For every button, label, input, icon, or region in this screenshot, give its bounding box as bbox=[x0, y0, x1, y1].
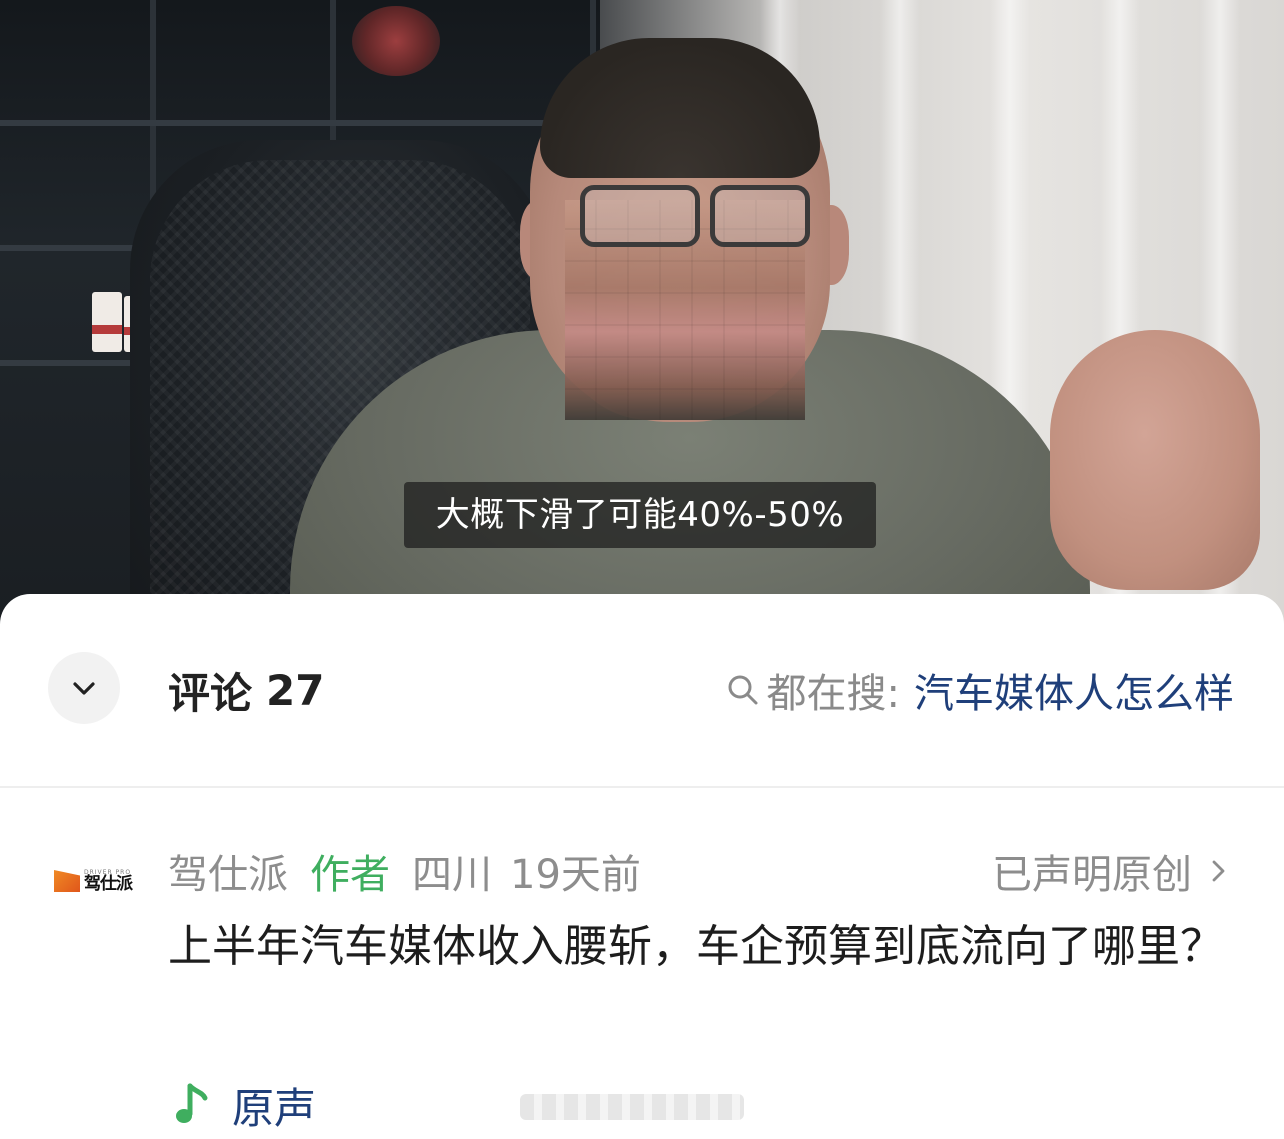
collapse-button[interactable] bbox=[48, 652, 120, 724]
trending-search[interactable]: 都在搜: 汽车媒体人怎么样 bbox=[725, 662, 1234, 718]
original-declaration-link[interactable]: 已声明原创 bbox=[992, 842, 1232, 900]
divider bbox=[0, 786, 1284, 788]
glasses bbox=[580, 185, 700, 247]
chevron-down-icon bbox=[73, 682, 95, 695]
search-keyword-link[interactable]: 汽车媒体人怎么样 bbox=[914, 661, 1234, 719]
watermark bbox=[520, 1094, 744, 1120]
author-avatar[interactable]: DRIVER PRO 驾仕派 bbox=[54, 866, 140, 896]
video-player[interactable]: 大概下滑了可能40%-50% bbox=[0, 0, 1284, 640]
comments-header: 评论 27 bbox=[168, 662, 324, 718]
logo-big-text: 驾仕派 bbox=[84, 873, 133, 894]
music-note-icon bbox=[176, 1083, 208, 1123]
comments-title: 评论 bbox=[168, 668, 253, 718]
comments-count: 27 bbox=[266, 665, 325, 715]
post-body: 上半年汽车媒体收入腰斩，车企预算到底流向了哪里？ bbox=[168, 921, 1224, 972]
original-label: 已声明原创 bbox=[992, 852, 1192, 898]
author-name[interactable]: 驾仕派 bbox=[168, 842, 288, 900]
original-sound-label: 原声 bbox=[232, 1083, 317, 1133]
video-subtitle: 大概下滑了可能40%-50% bbox=[404, 482, 876, 548]
search-icon bbox=[728, 675, 758, 705]
post-time: 19天前 bbox=[510, 852, 641, 898]
post-location: 四川 bbox=[412, 852, 492, 898]
original-sound-link[interactable]: 原声 bbox=[172, 1076, 316, 1134]
author-tag: 作者 bbox=[310, 852, 390, 898]
post-meta: 驾仕派 作者 四川 19天前 bbox=[168, 842, 641, 900]
person-hand bbox=[1050, 330, 1260, 590]
brand-logo-icon bbox=[54, 870, 80, 892]
search-prefix: 都在搜: bbox=[766, 671, 900, 717]
chevron-right-icon bbox=[1212, 860, 1225, 882]
